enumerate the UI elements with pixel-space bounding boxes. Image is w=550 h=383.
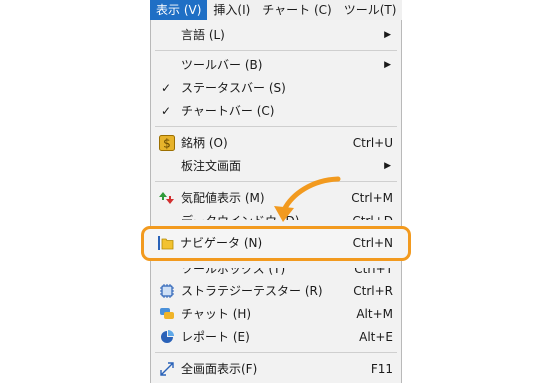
menu-item-toolbar[interactable]: ツールバー (B) ▶: [151, 54, 401, 76]
menu-view[interactable]: 表示 (V): [150, 0, 208, 20]
menu-item-label: 板注文画面: [181, 159, 242, 173]
submenu-arrow-icon: ▶: [384, 30, 391, 40]
view-dropdown-menu: 言語 (L) ▶ ツールバー (B) ▶ ✓ ステータスバー (S) ✓ チャー…: [150, 20, 402, 383]
folder-icon: [158, 236, 174, 250]
submenu-arrow-icon: ▶: [384, 161, 391, 171]
menu-item-report[interactable]: レポート (E) Alt+E: [151, 326, 401, 348]
menu-separator: [155, 126, 397, 127]
chat-icon: [160, 308, 174, 319]
shortcut-label: Ctrl+M: [351, 191, 393, 205]
menu-chart[interactable]: チャート (C): [256, 0, 337, 20]
dollar-icon: $: [159, 135, 175, 151]
shortcut-label: Ctrl+N: [352, 236, 393, 250]
menu-item-label: ツールバー (B): [181, 58, 263, 72]
menu-item-label: 銘柄 (O): [181, 136, 228, 150]
menu-item-label: ナビゲータ (N): [180, 236, 263, 250]
menu-item-label: レポート (E): [181, 330, 250, 344]
menu-item-toolbox[interactable]: ツールボックス (T) Ctrl+T: [151, 262, 401, 280]
menu-item-market-watch[interactable]: 気配値表示 (M) Ctrl+M: [151, 187, 401, 209]
submenu-arrow-icon: ▶: [384, 60, 391, 70]
menu-item-label: 気配値表示 (M): [181, 191, 265, 205]
menu-separator: [155, 50, 397, 51]
menu-item-navigator[interactable]: ナビゲータ (N) Ctrl+N: [150, 231, 402, 255]
menu-item-chat[interactable]: チャット (H) Alt+M: [151, 303, 401, 325]
report-icon: [161, 330, 174, 343]
menu-item-label: ツールボックス (T): [181, 262, 286, 276]
market-watch-icon: [159, 192, 174, 204]
shortcut-label: Ctrl+U: [352, 136, 393, 150]
chip-icon: [160, 284, 174, 298]
menu-item-chartbar[interactable]: ✓ チャートバー (C): [151, 100, 401, 122]
shortcut-label: Alt+E: [359, 330, 393, 344]
menu-item-strategy-tester[interactable]: ストラテジーテスター (R) Ctrl+R: [151, 280, 401, 302]
svg-text:$: $: [163, 137, 171, 151]
menu-item-label: チャートバー (C): [181, 104, 275, 118]
menu-item-statusbar[interactable]: ✓ ステータスバー (S): [151, 77, 401, 99]
menu-item-order-book[interactable]: 板注文画面 ▶: [151, 155, 401, 177]
menu-item-symbols[interactable]: $ 銘柄 (O) Ctrl+U: [151, 132, 401, 154]
shortcut-label: Ctrl+T: [354, 262, 393, 276]
menu-separator: [155, 352, 397, 353]
expand-icon: [160, 362, 174, 376]
menu-tools[interactable]: ツール(T): [338, 0, 403, 20]
menu-insert[interactable]: 挿入(I): [207, 0, 256, 20]
menu-item-label: チャット (H): [181, 307, 252, 321]
check-icon: ✓: [161, 104, 172, 118]
menu-item-fullscreen[interactable]: 全画面表示(F) F11: [151, 358, 401, 380]
menu-item-language[interactable]: 言語 (L) ▶: [151, 24, 401, 46]
shortcut-label: F11: [370, 362, 393, 376]
menu-bar: 表示 (V) 挿入(I) チャート (C) ツール(T): [150, 0, 402, 21]
shortcut-label: Alt+M: [356, 307, 393, 321]
menu-item-label: ストラテジーテスター (R): [181, 284, 323, 298]
check-icon: ✓: [161, 81, 172, 95]
menu-item-label: 全画面表示(F): [181, 362, 258, 376]
menu-item-label: ステータスバー (S): [181, 81, 286, 95]
menu-item-label: 言語 (L): [181, 28, 225, 42]
shortcut-label: Ctrl+R: [353, 284, 393, 298]
menu-separator: [155, 181, 397, 182]
